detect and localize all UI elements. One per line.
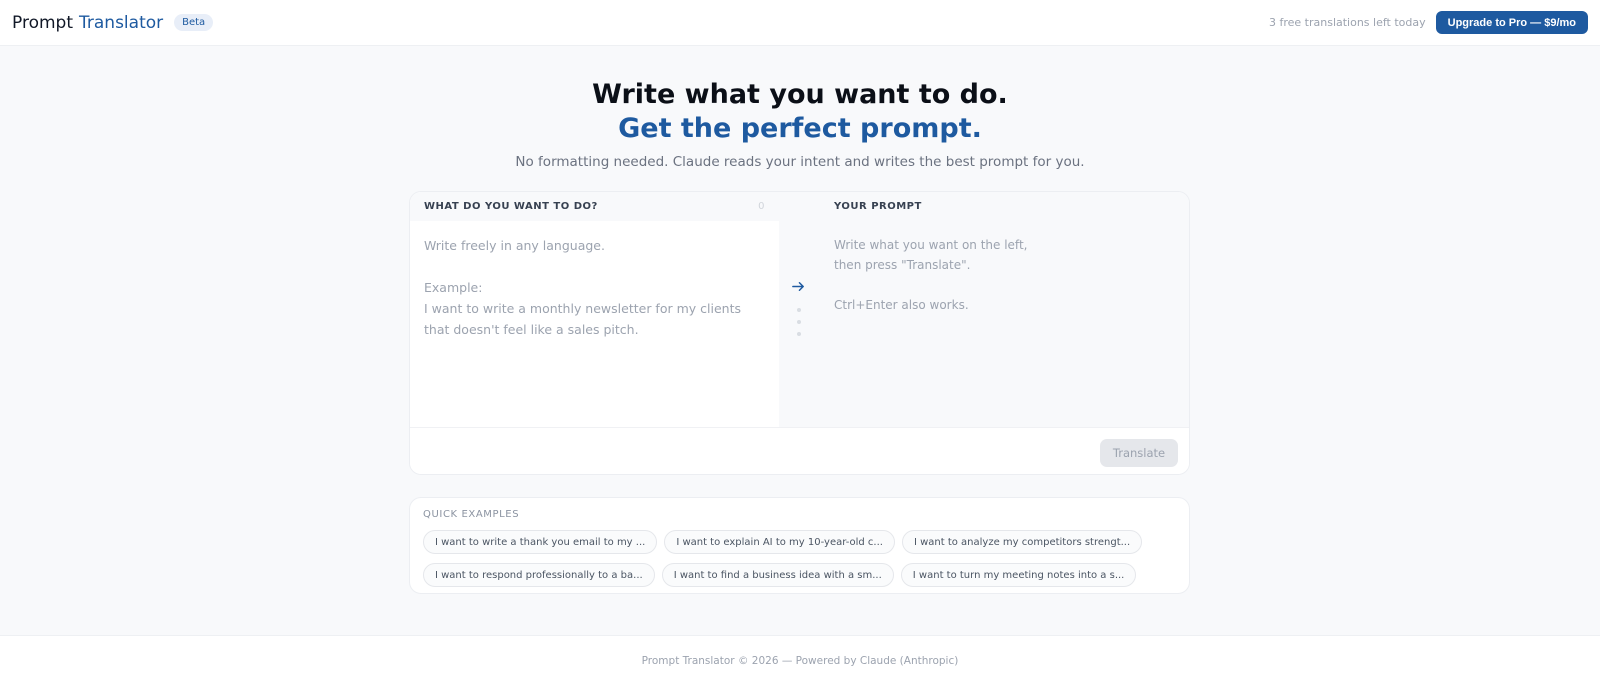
example-chip[interactable]: I want to respond professionally to a ba…	[423, 563, 655, 587]
quick-examples-title: QUICK EXAMPLES	[423, 509, 520, 520]
arrow-right-icon	[791, 279, 806, 298]
placeholder-line: Example:	[424, 280, 483, 295]
output-header: YOUR PROMPT	[820, 192, 1189, 221]
intent-textarea[interactable]: Write freely in any language. Example: I…	[410, 221, 779, 354]
input-label: WHAT DO YOU WANT TO DO?	[424, 201, 598, 212]
upgrade-button[interactable]: Upgrade to Pro — $9/mo	[1435, 11, 1588, 34]
example-chip[interactable]: I want to write a thank you email to my …	[423, 530, 658, 554]
prompt-output: Write what you want on the left, then pr…	[820, 221, 1189, 329]
hint-line: Ctrl+Enter also works.	[834, 298, 969, 312]
example-chip[interactable]: I want to analyze my competitors strengt…	[901, 530, 1143, 554]
beta-badge: Beta	[174, 14, 214, 31]
translate-button[interactable]: Translate	[1100, 439, 1178, 467]
dot-icon	[797, 308, 801, 312]
example-chips: I want to write a thank you email to my …	[423, 530, 1176, 587]
example-chip[interactable]: I want to explain AI to my 10-year-old c…	[664, 530, 895, 554]
example-chip[interactable]: I want to find a business idea with a sm…	[661, 563, 894, 587]
input-pane[interactable]: WHAT DO YOU WANT TO DO? 0 Write freely i…	[410, 192, 779, 427]
free-translations-counter: 3 free translations left today	[1268, 16, 1426, 29]
hint-line: then press "Translate".	[834, 258, 971, 272]
header-right: 3 free translations left today Upgrade t…	[1269, 11, 1588, 34]
quick-examples: QUICK EXAMPLES I want to write a thank y…	[409, 497, 1190, 594]
card-footer: Translate	[410, 427, 1189, 474]
translator-card: WHAT DO YOU WANT TO DO? 0 Write freely i…	[409, 191, 1190, 475]
brand[interactable]: Prompt Translator Beta	[12, 12, 214, 33]
hero-title: Write what you want to do.	[592, 79, 1008, 110]
hero-subtitle: No formatting needed. Claude reads your …	[515, 154, 1085, 170]
dot-icon	[797, 332, 801, 336]
hint-line: Write what you want on the left,	[834, 238, 1028, 252]
placeholder-line: Write freely in any language.	[424, 238, 605, 253]
example-chip[interactable]: I want to turn my meeting notes into a s…	[900, 563, 1137, 587]
brand-name-translator: Translator	[79, 12, 164, 33]
page-footer: Prompt Translator © 2026 — Powered by Cl…	[0, 635, 1600, 685]
footer-text: Prompt Translator © 2026 — Powered by Cl…	[641, 654, 959, 667]
output-label: YOUR PROMPT	[834, 201, 922, 212]
divider-column	[779, 192, 820, 427]
character-counter: 0	[758, 201, 765, 212]
output-pane: YOUR PROMPT Write what you want on the l…	[820, 192, 1189, 427]
hero: Write what you want to do. Get the perfe…	[0, 78, 1600, 170]
input-header: WHAT DO YOU WANT TO DO? 0	[410, 192, 779, 221]
placeholder-line: I want to write a monthly newsletter for…	[424, 301, 741, 337]
brand-name-prompt: Prompt	[12, 12, 73, 33]
dot-icon	[797, 320, 801, 324]
hero-title-accent: Get the perfect prompt.	[618, 113, 982, 144]
top-bar: Prompt Translator Beta 3 free translatio…	[0, 0, 1600, 46]
